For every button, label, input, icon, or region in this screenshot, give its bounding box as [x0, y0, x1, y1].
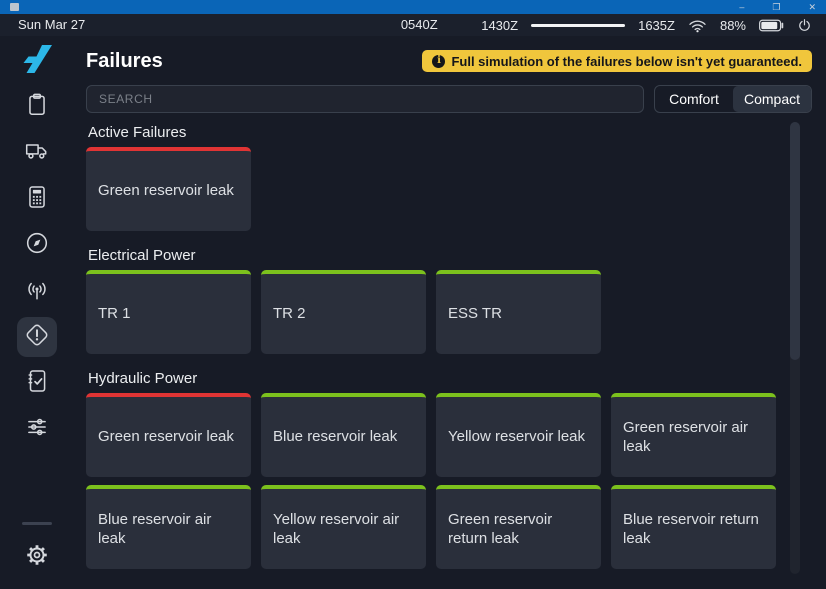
section-title: Hydraulic Power — [88, 370, 776, 387]
failure-card-label: ESS TR — [448, 304, 502, 324]
failure-card-label: TR 2 — [273, 304, 306, 324]
minimize-button[interactable]: – — [739, 3, 744, 12]
failure-card-grid: Green reservoir leak Blue reservoir leak… — [86, 393, 776, 569]
section-electrical-power: Electrical Power TR 1 TR 2 ESS TR — [86, 247, 776, 354]
compass-icon — [24, 230, 50, 261]
failure-card[interactable]: Blue reservoir return leak — [611, 485, 776, 569]
clipboard-icon — [24, 92, 50, 123]
failure-card[interactable]: Green reservoir leak — [86, 147, 251, 231]
search-input[interactable] — [86, 85, 644, 113]
section-title: Electrical Power — [88, 247, 776, 264]
status-current-time: 0540Z — [401, 17, 438, 32]
scrollbar-thumb[interactable] — [790, 122, 800, 360]
failure-card-label: Yellow reservoir air leak — [273, 510, 414, 549]
view-mode-toggle: Comfort Compact — [654, 85, 812, 113]
view-compact-button[interactable]: Compact — [733, 86, 811, 112]
info-icon: i — [432, 55, 445, 68]
status-date: Sun Mar 27 — [18, 17, 85, 32]
flybywire-logo — [21, 44, 53, 79]
section-hydraulic-power: Hydraulic Power Green reservoir leak Blu… — [86, 370, 776, 569]
flight-progress-bar — [531, 24, 625, 27]
journal-check-icon — [24, 368, 50, 399]
failure-card-label: Green reservoir leak — [98, 427, 234, 447]
status-arrival-time: 1635Z — [638, 18, 675, 33]
sidebar-item-checklists[interactable] — [17, 363, 57, 403]
page-title: Failures — [86, 50, 163, 73]
wifi-icon — [688, 18, 707, 33]
sidebar-item-performance[interactable] — [17, 179, 57, 219]
failure-card-label: Green reservoir air leak — [623, 418, 764, 457]
section-active-failures: Active Failures Green reservoir leak — [86, 124, 776, 231]
sidebar-item-failures[interactable] — [17, 317, 57, 357]
failure-card[interactable]: Green reservoir air leak — [611, 393, 776, 477]
failure-card[interactable]: ESS TR — [436, 270, 601, 354]
section-title: Active Failures — [88, 124, 776, 141]
close-button[interactable]: ✕ — [808, 3, 816, 12]
failure-card-label: Blue reservoir return leak — [623, 510, 764, 549]
sliders-icon — [24, 414, 50, 445]
truck-icon — [24, 138, 50, 169]
failure-card[interactable]: Yellow reservoir air leak — [261, 485, 426, 569]
status-departure-time: 1430Z — [481, 18, 518, 33]
power-icon[interactable] — [797, 18, 812, 33]
failure-card-label: Blue reservoir leak — [273, 427, 397, 447]
failure-card-grid: TR 1 TR 2 ESS TR — [86, 270, 776, 354]
failure-card-label: Blue reservoir air leak — [98, 510, 239, 549]
sidebar-item-navigation[interactable] — [17, 225, 57, 265]
failure-card-label: Green reservoir return leak — [448, 510, 589, 549]
failure-card[interactable]: Green reservoir leak — [86, 393, 251, 477]
failure-card-grid: Green reservoir leak — [86, 147, 776, 231]
broadcast-icon — [24, 276, 50, 307]
sidebar-item-dashboard[interactable] — [17, 87, 57, 127]
calculator-icon — [24, 184, 50, 215]
failure-card[interactable]: Blue reservoir air leak — [86, 485, 251, 569]
sidebar-item-settings[interactable] — [17, 537, 57, 577]
maximize-button[interactable]: ❐ — [772, 3, 780, 12]
window-app-icon — [10, 3, 19, 11]
sidebar-item-presets[interactable] — [17, 409, 57, 449]
failure-card[interactable]: Blue reservoir leak — [261, 393, 426, 477]
gear-icon — [24, 542, 50, 573]
exclamation-diamond-icon — [24, 322, 50, 353]
sidebar-item-atc[interactable] — [17, 271, 57, 311]
failure-card[interactable]: TR 1 — [86, 270, 251, 354]
failure-card-label: Green reservoir leak — [98, 181, 234, 201]
scrollbar-track[interactable] — [790, 122, 800, 574]
failure-card[interactable]: Green reservoir return leak — [436, 485, 601, 569]
failures-scroll-area: Active Failures Green reservoir leak Ele… — [86, 121, 812, 589]
failure-card-label: Yellow reservoir leak — [448, 427, 585, 447]
warning-banner-text: Full simulation of the failures below is… — [451, 54, 802, 69]
status-bar: Sun Mar 27 0540Z 1430Z 1635Z 88% — [0, 14, 826, 36]
failure-card[interactable]: TR 2 — [261, 270, 426, 354]
failure-card-label: TR 1 — [98, 304, 131, 324]
failures-page: Failures i Full simulation of the failur… — [74, 36, 826, 589]
window-titlebar: – ❐ ✕ — [0, 0, 826, 14]
view-comfort-button[interactable]: Comfort — [655, 86, 733, 112]
battery-icon — [759, 19, 784, 32]
battery-percent: 88% — [720, 18, 746, 33]
sidebar-item-ground[interactable] — [17, 133, 57, 173]
sidebar — [0, 36, 74, 589]
failure-card[interactable]: Yellow reservoir leak — [436, 393, 601, 477]
sidebar-divider — [22, 522, 52, 525]
warning-banner: i Full simulation of the failures below … — [422, 50, 812, 72]
